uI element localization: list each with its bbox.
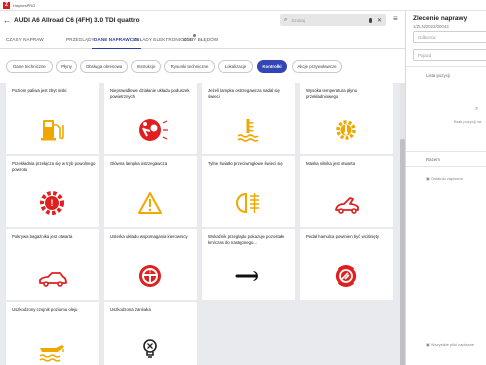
svg-text:!: !	[51, 198, 54, 208]
search-input[interactable]: ⌕ Szukaj ✕	[280, 14, 386, 26]
back-arrow-icon[interactable]: ←	[0, 16, 14, 25]
section-tabs: CZASY NAPRAW PRZEGLĄDY DANE NAPRAWCZE UKŁAD…	[0, 29, 405, 49]
panel-divider	[406, 66, 486, 67]
card-title: Maska silnika jest otwarta	[306, 161, 355, 166]
rear-fog-light-icon	[228, 190, 268, 216]
repair-order-panel: Zlecenie naprawy 1/ZLN/2022/00043 Odbior…	[405, 11, 486, 365]
panel-divider	[406, 151, 486, 152]
card-title: Wskaźnik przeglądu pokazuje pozostałe km…	[208, 234, 285, 245]
panel-title: Zlecenie naprawy	[413, 15, 468, 22]
vehicle-title: AUDI A6 Allroad C6 (4FH) 3.0 TDI quattro	[14, 16, 140, 24]
card-title: Poziom paliwa jest zbyt niski	[12, 88, 67, 93]
tab-1[interactable]: PRZEGLĄDY	[66, 29, 95, 49]
positions-list-label: Lista pozycji	[426, 73, 450, 78]
warning-light-card[interactable]: Usterka układu wspomagania kierownicy!	[104, 229, 197, 300]
fuel-pump-icon	[32, 117, 72, 143]
no-positions-text: Brak pozycji na	[454, 119, 482, 124]
svg-text:!: !	[149, 268, 151, 275]
vehicle-field[interactable]: Pojazd	[413, 49, 486, 61]
all-files-saved-label: Wszystkie pliki zapisane	[430, 342, 475, 347]
card-title: Uszkodzona żarówka	[110, 307, 151, 312]
card-title: Jeżeli lampka ostrzegawcza nadal się świ…	[208, 88, 280, 99]
card-title: Tylne światło przeciwmgłowe świeci się	[208, 161, 283, 166]
card-title: Pokrywa bagażnika jest otwarta	[12, 234, 73, 239]
warning-light-card[interactable]: Główna lampka ostrzegawcza	[104, 156, 197, 227]
warning-light-card[interactable]: Jeżeli lampka ostrzegawcza nadal się świ…	[202, 83, 295, 154]
warning-light-card[interactable]: Uszkodzony czujnik poziomu oleju	[6, 302, 99, 365]
total-label: Razem	[426, 157, 440, 162]
panel-divider	[406, 166, 486, 167]
card-title: Wysoka temperatura płynu przekładniowego	[306, 88, 358, 99]
transmission-temperature-icon	[326, 117, 366, 143]
card-title: Pedał hamulca powinien być wciśnięty	[306, 234, 380, 239]
oil-level-icon	[32, 336, 72, 362]
title-bar: Z HaynesPRO	[0, 0, 486, 11]
card-title: Główna lampka ostrzegawcza	[110, 161, 168, 166]
warning-light-card[interactable]: Wskaźnik przeglądu pokazuje pozostałe km…	[202, 229, 295, 300]
clear-icon[interactable]: ✕	[377, 17, 382, 24]
warning-light-card[interactable]: Uszkodzona żarówka	[104, 302, 197, 365]
chip-4[interactable]: Rysunki techniczne	[164, 60, 215, 73]
chip-0[interactable]: Dane techniczne	[6, 60, 53, 73]
coolant-temperature-icon	[228, 117, 268, 143]
card-title: Nieprawidłowe działanie układu poduszek …	[110, 88, 190, 99]
main-area: ← AUDI A6 Allroad C6 (4FH) 3.0 TDI quatt…	[0, 11, 405, 365]
tab-4[interactable]: KODY BŁĘDÓW	[183, 29, 218, 49]
service-wrench-icon	[228, 263, 268, 289]
power-steering-icon: !	[130, 263, 170, 289]
warning-light-card[interactable]: Tylne światło przeciwmgłowe świeci się	[202, 156, 295, 227]
card-title: Uszkodzony czujnik poziomu oleju	[12, 307, 78, 312]
brake-pedal-icon	[326, 263, 366, 289]
chip-7[interactable]: Akcje przywoławcze	[292, 60, 342, 73]
tab-label: KODY BŁĘDÓW	[183, 36, 219, 42]
order-number: 1/ZLN/2022/00043	[413, 24, 449, 29]
tab-label: CZASY NAPRAW	[6, 36, 44, 42]
chip-3[interactable]: Instrukcje	[131, 60, 161, 73]
last-saved-text: ▣ Ostatnio zapisane	[426, 176, 463, 181]
warning-light-card[interactable]: Pokrywa bagażnika jest otwarta	[6, 229, 99, 300]
hood-open-icon	[326, 190, 366, 216]
warning-light-card[interactable]: Maska silnika jest otwarta	[300, 156, 393, 227]
tab-label: PRZEGLĄDY	[66, 36, 95, 42]
search-icon: ⌕	[475, 106, 479, 112]
chip-1[interactable]: Płyny	[56, 60, 77, 73]
save-icon: ▣	[426, 342, 430, 347]
all-files-saved-text: ▣ Wszystkie pliki zapisane	[426, 342, 474, 347]
warning-light-card[interactable]: Nieprawidłowe działanie układu poduszek …	[104, 83, 197, 154]
app-logo: Z	[3, 1, 10, 9]
recipient-field[interactable]: Odbiorca	[413, 31, 486, 43]
warning-light-card[interactable]: Przekładnia przełącza się w tryb powolne…	[6, 156, 99, 227]
chip-5[interactable]: Lokalizacje	[218, 60, 253, 73]
search-icon: ⌕	[284, 16, 288, 23]
bulb-failure-icon	[130, 336, 170, 362]
search-placeholder: Szukaj	[291, 17, 305, 23]
warning-lights-grid: Poziom paliwa jest zbyt niski Nieprawidło…	[0, 83, 400, 365]
save-icon: ▣	[426, 176, 430, 181]
master-warning-icon	[130, 190, 170, 216]
card-title: Przekładnia przełącza się w tryb powolne…	[12, 161, 96, 172]
warning-light-card[interactable]: Wysoka temperatura płynu przekładniowego	[300, 83, 393, 154]
warning-light-card[interactable]: Poziom paliwa jest zbyt niski	[6, 83, 99, 154]
app-title: HaynesPRO	[13, 2, 36, 8]
filter-icon[interactable]: ≡	[393, 14, 398, 23]
transmission-fault-icon: !	[32, 190, 72, 216]
tab-0[interactable]: CZASY NAPRAW	[6, 29, 44, 49]
vehicle-header: ← AUDI A6 Allroad C6 (4FH) 3.0 TDI quatt…	[0, 11, 405, 29]
last-saved-label: Ostatnio zapisane	[430, 176, 463, 181]
chip-2[interactable]: Obsługa okresowa	[80, 60, 128, 73]
trunk-open-icon	[32, 263, 72, 289]
microphone-icon[interactable]	[368, 17, 372, 23]
card-title: Usterka układu wspomagania kierownicy	[110, 234, 188, 239]
airbag-warning-icon	[130, 117, 170, 143]
chip-6[interactable]: Kontrolki	[257, 60, 287, 73]
warning-light-card[interactable]: Pedał hamulca powinien być wciśnięty	[300, 229, 393, 300]
category-chips: Dane techniczne Płyny Obsługa okresowa Inst…	[0, 49, 405, 83]
